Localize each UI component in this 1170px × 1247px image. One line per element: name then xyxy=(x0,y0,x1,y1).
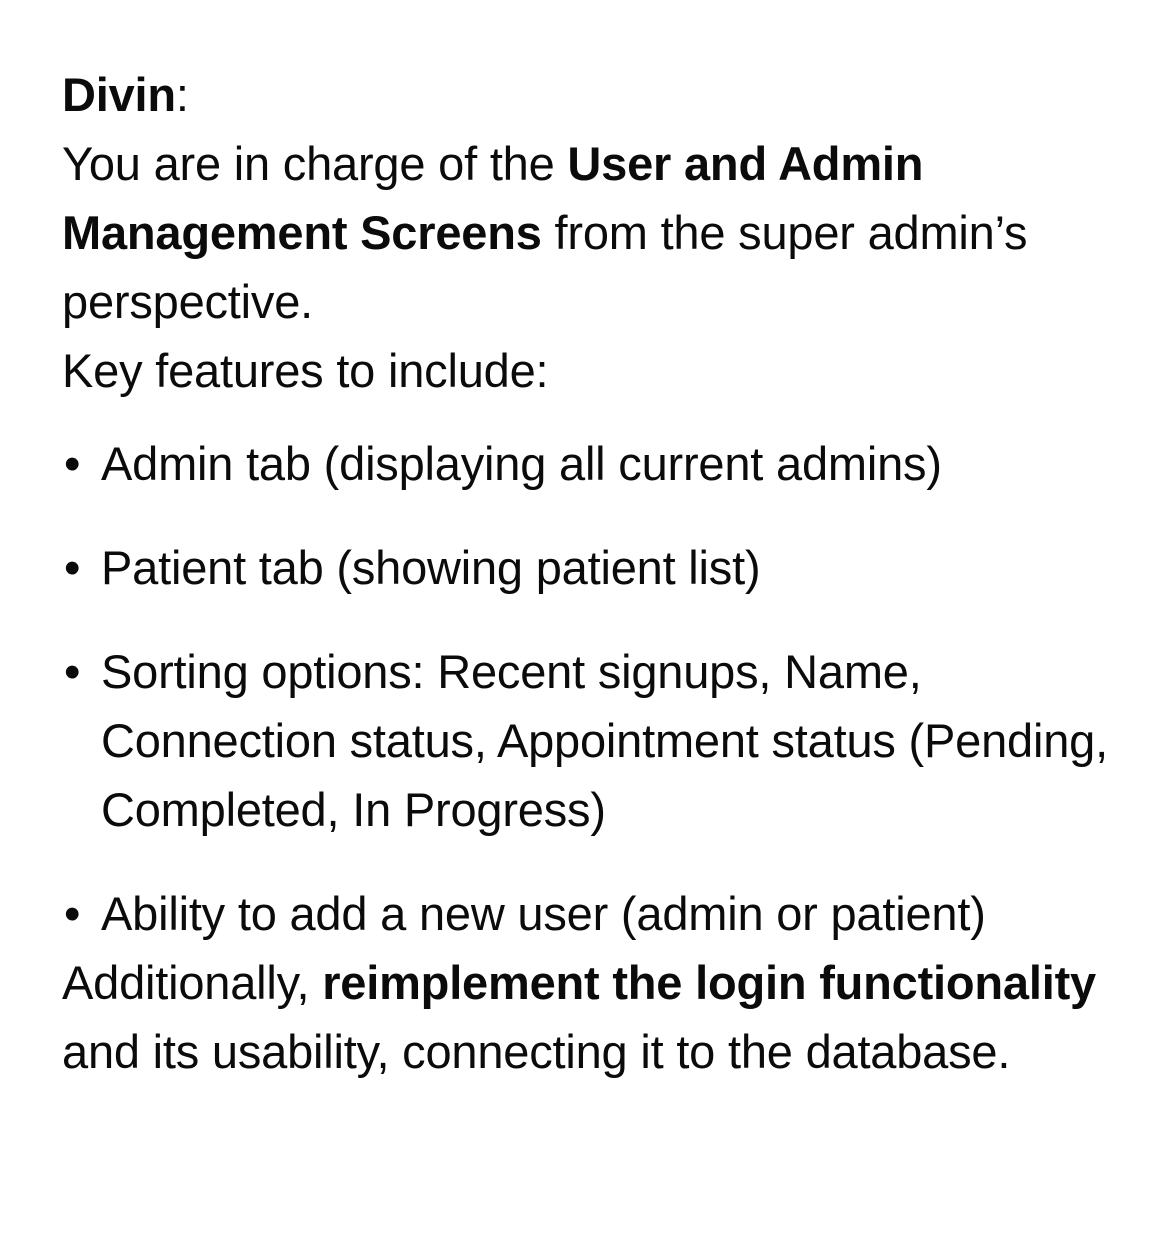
author-line: Divin: xyxy=(62,60,1122,129)
list-item: • Patient tab (showing patient list) xyxy=(62,533,1122,602)
bullet-icon: • xyxy=(64,437,81,490)
author-colon: : xyxy=(175,68,189,121)
bullet-icon: • xyxy=(64,541,81,594)
feature-text: Admin tab (displaying all current admins… xyxy=(101,437,942,490)
bullet-icon: • xyxy=(64,887,81,940)
bullet-icon: • xyxy=(64,645,81,698)
list-item: • Sorting options: Recent signups, Name, … xyxy=(62,637,1122,844)
features-list: • Admin tab (displaying all current admin… xyxy=(62,429,1122,948)
note-body: Divin: You are in charge of the User and… xyxy=(62,60,1122,1086)
feature-text: Ability to add a new user (admin or pati… xyxy=(101,887,986,940)
author-name: Divin xyxy=(62,68,176,121)
closing-emphasis: reimplement the login functionality xyxy=(322,956,1096,1009)
list-item: • Admin tab (displaying all current admin… xyxy=(62,429,1122,498)
closing-text-start: Additionally, xyxy=(62,956,323,1009)
intro-paragraph: You are in charge of the User and Admin … xyxy=(62,129,1122,336)
feature-text: Patient tab (showing patient list) xyxy=(101,541,761,594)
closing-text-end: and its usability, connecting it to the … xyxy=(62,1025,1011,1078)
closing-paragraph: Additionally, reimplement the login func… xyxy=(62,948,1122,1086)
list-item: • Ability to add a new user (admin or pat… xyxy=(62,879,1122,948)
feature-text: Sorting options: Recent signups, Name, C… xyxy=(101,645,1108,836)
features-heading: Key features to include: xyxy=(62,344,549,397)
intro-text-start: You are in charge of the xyxy=(62,137,568,190)
